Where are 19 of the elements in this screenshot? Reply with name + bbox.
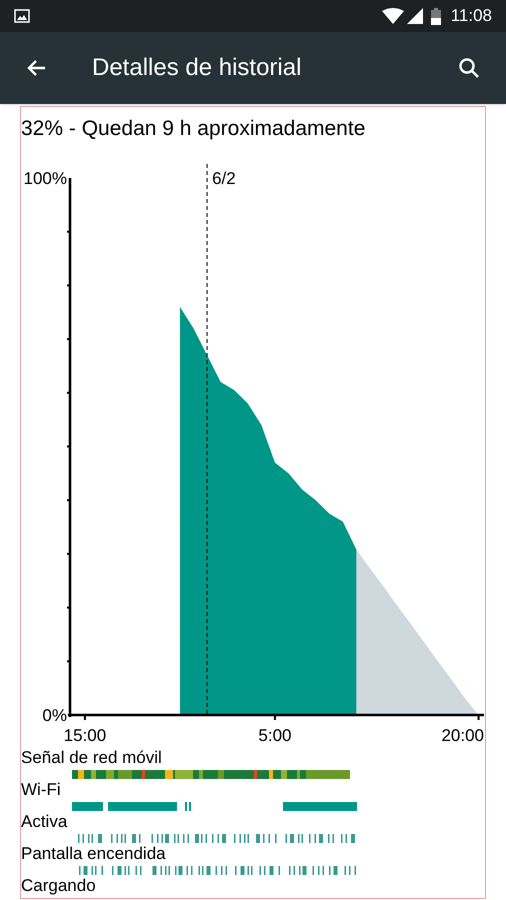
track-label: Señal de red móvil: [21, 748, 163, 768]
status-time: 11:08: [450, 5, 492, 28]
battery-icon: [430, 8, 441, 24]
image-icon: [14, 9, 30, 23]
search-icon: [457, 56, 481, 80]
signal-icon: [406, 8, 423, 24]
y-tick-label: 100%: [24, 169, 67, 188]
track-label: Wi-Fi: [21, 780, 62, 800]
screen-title: Detalles de historial: [92, 53, 302, 83]
track-label: Activa: [21, 812, 68, 832]
x-tick-label: 15:00: [64, 726, 106, 745]
x-tick-label: 20:00: [441, 726, 484, 745]
battery-summary: 32% - Quedan 9 h aproximadamente: [21, 116, 366, 142]
x-tick-label: 5:00: [258, 726, 292, 745]
wifi-icon: [382, 8, 404, 24]
track-label: Pantalla encendida: [21, 844, 167, 864]
date-marker-label: 6/2: [212, 169, 236, 188]
y-tick-label: 0%: [42, 706, 67, 725]
track-label: Cargando: [21, 876, 97, 896]
